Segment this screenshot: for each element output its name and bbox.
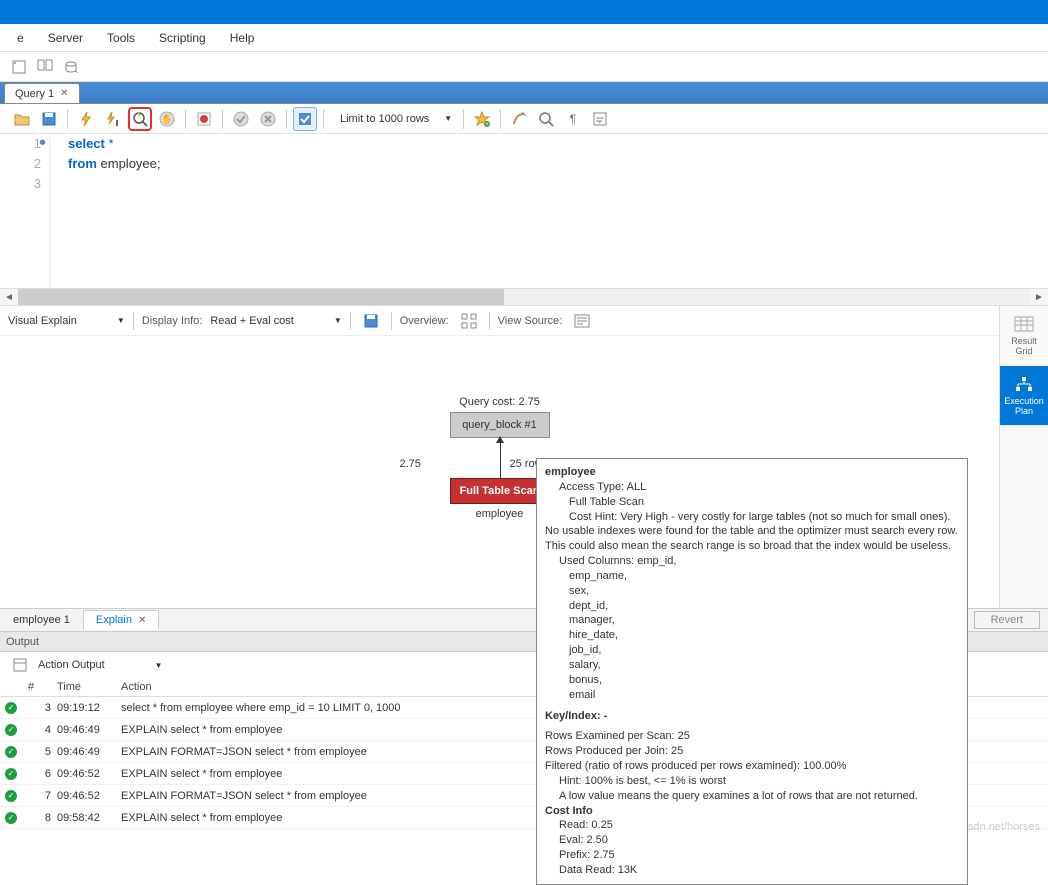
tab-explain[interactable]: Explain✕	[83, 610, 159, 630]
commit-icon[interactable]	[229, 107, 253, 131]
menubar: e Server Tools Scripting Help	[0, 24, 1048, 52]
ok-icon: ✓	[5, 702, 17, 714]
save-plan-icon[interactable]	[359, 309, 383, 333]
chevron-down-icon: ▼	[444, 114, 452, 123]
close-icon[interactable]: ✕	[60, 88, 68, 99]
row-limit-dropdown[interactable]: Limit to 1000 rows ▼	[335, 110, 457, 128]
menu-item-tools[interactable]: Tools	[95, 27, 147, 49]
svg-text:+: +	[485, 122, 489, 128]
tab-bar: Query 1 ✕	[0, 82, 1048, 104]
explain-mode-dropdown[interactable]: Visual Explain ▼	[8, 315, 125, 327]
row-limit-label: Limit to 1000 rows	[340, 113, 429, 125]
query-toolbar: ✋ Limit to 1000 rows ▼ + ¶	[0, 104, 1048, 134]
horizontal-scrollbar[interactable]: ◄ ►	[0, 288, 1048, 306]
sidebar-execution-plan[interactable]: Execution Plan	[1000, 366, 1048, 426]
close-icon[interactable]: ✕	[138, 615, 146, 626]
lightning-cursor-icon[interactable]	[101, 107, 125, 131]
menu-item-scripting[interactable]: Scripting	[147, 27, 218, 49]
toolbar-icon-3[interactable]	[60, 56, 82, 78]
toolbar-icon-2[interactable]	[34, 56, 56, 78]
svg-text:¶: ¶	[570, 112, 576, 126]
toolbar-icon-1[interactable]	[8, 56, 30, 78]
scroll-left-icon[interactable]: ◄	[0, 289, 18, 305]
wrap-icon[interactable]	[588, 107, 612, 131]
gutter: 1• 2 3	[0, 134, 50, 288]
star-icon[interactable]: +	[470, 107, 494, 131]
ok-icon: ✓	[5, 768, 17, 780]
menu-item-server[interactable]: Server	[36, 27, 95, 49]
ok-icon: ✓	[5, 724, 17, 736]
output-sheet-icon[interactable]	[8, 653, 32, 677]
arrow-cost-label: 2.75	[400, 458, 421, 470]
main-toolbar	[0, 52, 1048, 82]
chevron-down-icon: ▼	[155, 661, 163, 670]
chevron-down-icon: ▼	[334, 316, 342, 325]
revert-button[interactable]: Revert	[974, 611, 1040, 629]
scroll-right-icon[interactable]: ►	[1030, 289, 1048, 305]
overview-label: Overview:	[400, 315, 449, 327]
menu-item-e[interactable]: e	[5, 27, 36, 49]
rollback-icon[interactable]	[256, 107, 280, 131]
display-info-dropdown[interactable]: Read + Eval cost ▼	[210, 315, 341, 327]
titlebar	[0, 0, 1048, 24]
action-output-dropdown[interactable]: Action Output ▼	[38, 659, 163, 671]
beautify-icon[interactable]	[507, 107, 531, 131]
query-cost-label: Query cost: 2.75	[400, 396, 600, 408]
lightning-icon[interactable]	[74, 107, 98, 131]
sql-editor[interactable]: 1• 2 3 select * from employee;	[0, 134, 1048, 288]
autocommit-icon[interactable]	[293, 107, 317, 131]
invisible-chars-icon[interactable]: ¶	[561, 107, 585, 131]
tab-label: Query 1	[15, 88, 54, 100]
col-time: Time	[57, 681, 117, 693]
save-icon[interactable]	[37, 107, 61, 131]
viewsrc-icon[interactable]	[570, 309, 594, 333]
tab-employee-1[interactable]: employee 1	[0, 610, 83, 630]
ok-icon: ✓	[5, 790, 17, 802]
result-sidebar: Result Grid Execution Plan	[1000, 306, 1048, 608]
explain-icon[interactable]	[128, 107, 152, 131]
sidebar-result-grid[interactable]: Result Grid	[1000, 306, 1048, 366]
viewsrc-label: View Source:	[498, 315, 563, 327]
find-icon[interactable]	[534, 107, 558, 131]
ok-icon: ✓	[5, 746, 17, 758]
svg-text:✋: ✋	[161, 113, 172, 124]
display-info-label: Display Info:	[142, 315, 203, 327]
execution-plan-tooltip: employee Access Type: ALL Full Table Sca…	[536, 458, 968, 885]
open-file-icon[interactable]	[10, 107, 34, 131]
overview-icon[interactable]	[457, 309, 481, 333]
scroll-thumb[interactable]	[18, 289, 504, 305]
stop-red-icon[interactable]	[192, 107, 216, 131]
query-block-node[interactable]: query_block #1	[450, 412, 550, 438]
editor-content[interactable]: select * from employee;	[50, 134, 161, 288]
chevron-down-icon: ▼	[117, 316, 125, 325]
ok-icon: ✓	[5, 812, 17, 824]
col-num: #	[22, 681, 57, 693]
full-table-scan-node[interactable]: Full Table Scan	[450, 478, 550, 504]
stop-icon[interactable]: ✋	[155, 107, 179, 131]
explain-toolbar: Visual Explain ▼ Display Info: Read + Ev…	[0, 306, 999, 336]
tab-query-1[interactable]: Query 1 ✕	[4, 83, 80, 103]
menu-item-help[interactable]: Help	[218, 27, 267, 49]
